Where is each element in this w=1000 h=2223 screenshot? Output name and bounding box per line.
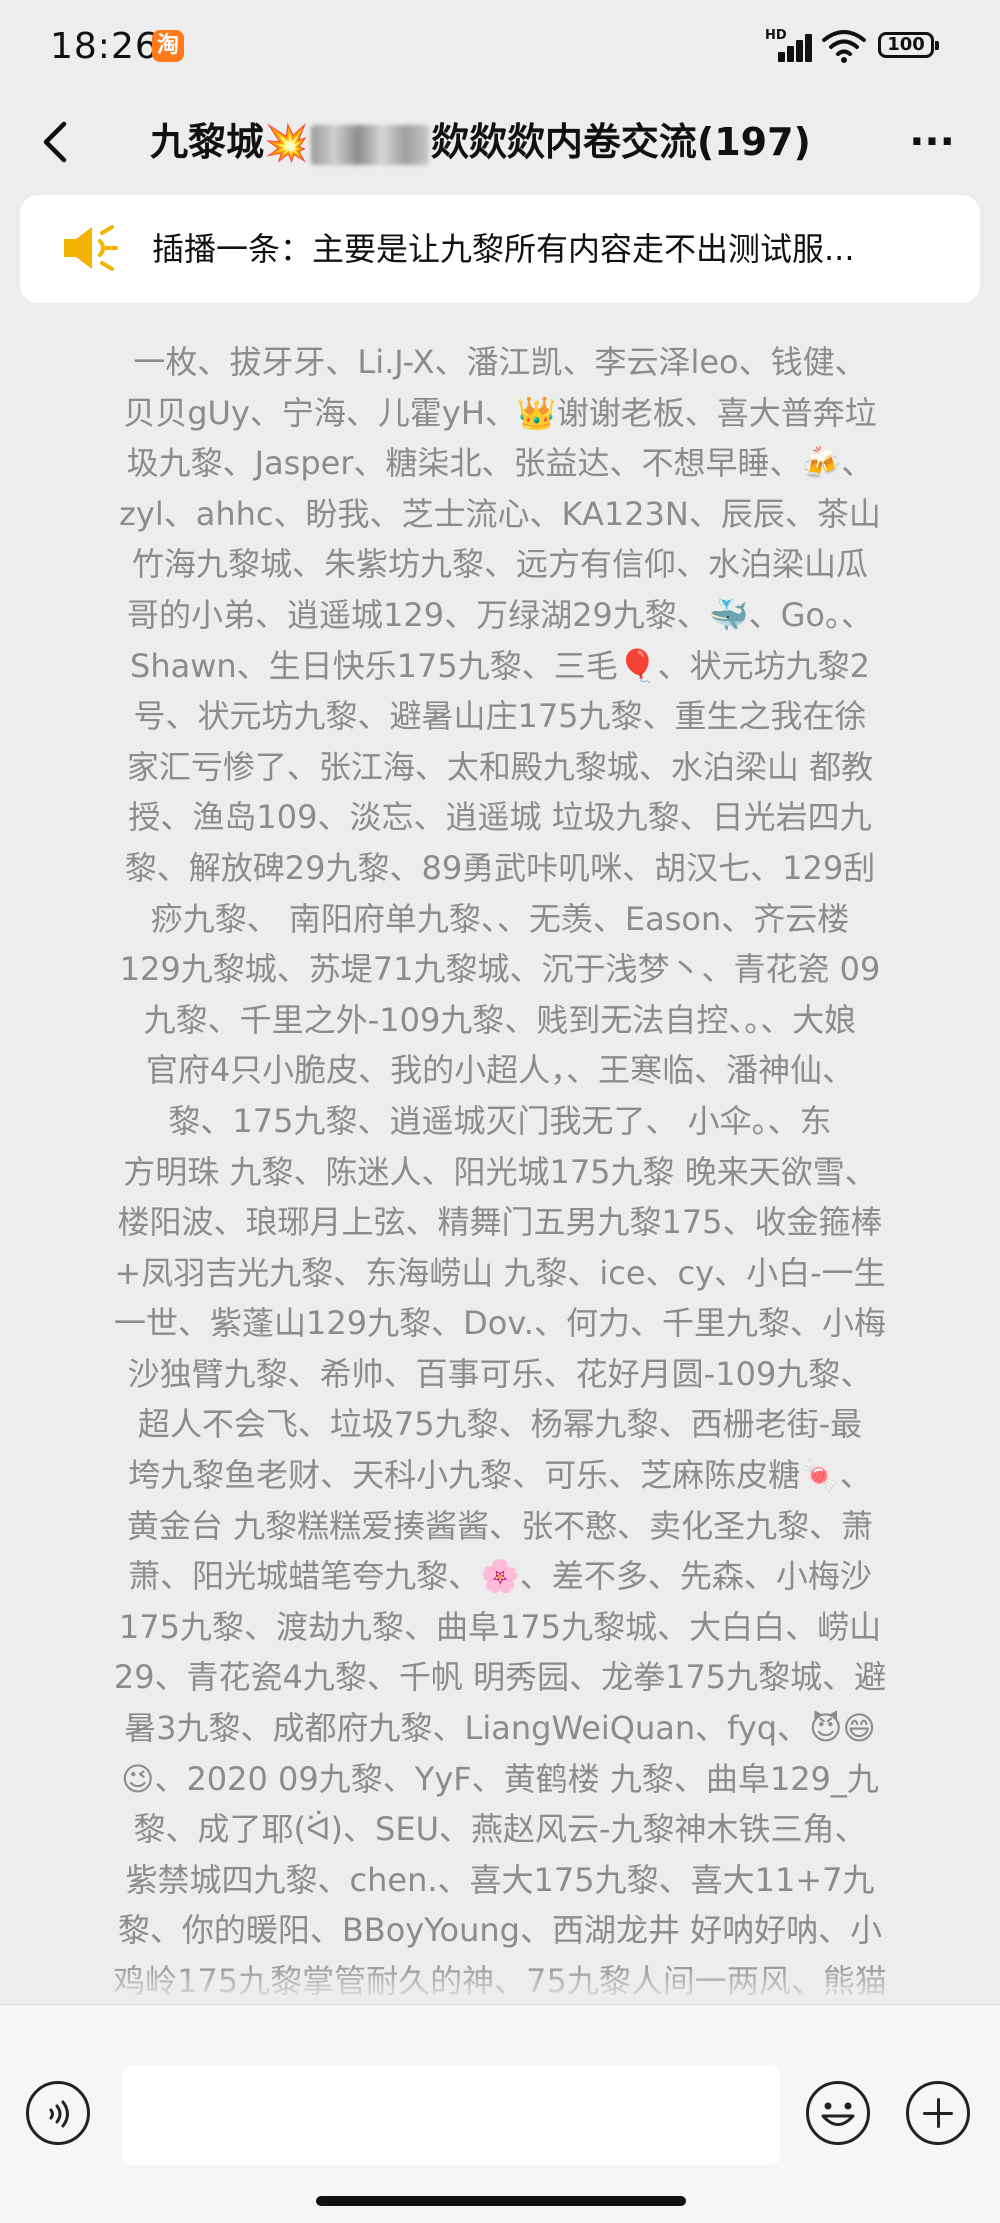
message-line: 黎、175九黎、逍遥城灭门我无了、 小伞。、东 [168,1101,832,1140]
chat-title-suffix: 欻欻欻内卷交流(197) [430,120,811,164]
message-line: 一世、紫蓬山129九黎、Dov.、何力、千里九黎、小梅 [114,1304,886,1343]
message-text: 一枚、拔牙牙、Li.J-X、潘江凯、李云泽leo、钱健、 贝贝gUy、宁海、儿霍y… [85,337,915,2057]
announcement-banner[interactable]: 插播一条：主要是让九黎所有内容走不出测试服... [20,195,980,303]
chevron-left-icon [43,121,67,163]
message-line: zyl、ahhc、盼我、芝士流心、KA123N、辰辰、茶山 [119,494,881,533]
message-line: 贝贝gUy、宁海、儿霍yH、👑谢谢老板、喜大普奔垃 [123,393,877,432]
clock: 18:26 [50,26,159,67]
message-line: 暑3九黎、成都府九黎、LiangWeiQuan、fyq、😈😄 [124,1709,876,1748]
signal-icon [770,30,812,62]
collision-emoji-icon: 💥 [264,123,309,164]
home-indicator [316,2196,686,2206]
message-line: 175九黎、渡劫九黎、曲阜175九黎城、大白白、崂山 [118,1607,882,1646]
chat-title-prefix: 九黎城 [150,120,265,164]
taobao-notification-icon: 淘 [152,30,184,62]
message-line: 萧、阳光城蜡笔夸九黎、🌸、差不多、先森、小梅沙 [128,1557,872,1596]
emoji-button[interactable] [806,2081,870,2145]
speaker-icon [64,225,118,271]
wifi-icon [822,30,866,63]
message-line: 黄金台 九黎糕糕爱揍酱酱、张不憨、卖化圣九黎、萧 [126,1506,874,1545]
smiley-icon [821,2102,855,2126]
message-line: 九黎、千里之外-109九黎、贱到无法自控、。、大娘 [143,1000,857,1039]
message-line: 垮九黎鱼老财、天科小九黎、可乐、芝麻陈皮糖🍬、 [128,1456,872,1495]
message-line: 😉、2020 09九黎、YyF、黄鹤楼 九黎、曲阜129_九 [121,1759,879,1798]
message-line: 楼阳波、琅琊月上弦、精舞门五男九黎175、收金箍棒 [117,1203,883,1242]
more-options-button[interactable]: ··· [905,122,959,162]
message-line: Shawn、生日快乐175九黎、三毛🎈、状元坊九黎2 [130,646,870,685]
voice-icon [49,2100,69,2128]
message-line: 号、状元坊九黎、避暑山庄175九黎、重生之我在徐 [133,697,867,736]
announcement-text: 插播一条：主要是让九黎所有内容走不出测试服... [152,230,855,268]
message-line: 29、青花瓷4九黎、千帆 明秀园、龙拳175九黎城、避 [113,1658,887,1697]
message-line: 一枚、拔牙牙、Li.J-X、潘江凯、李云泽leo、钱健、 [133,343,867,381]
message-line: 129九黎城、苏堤71九黎城、沉于浅梦丶、青花瓷 09 [119,950,881,989]
message-line: 圾九黎、Jasper、糖柒北、张益达、不想早睡、🍻、 [126,444,874,483]
message-line: 家汇亏惨了、张江海、太和殿九黎城、水泊梁山 都教 [126,747,874,786]
message-line: 方明珠 九黎、陈迷人、阳光城175九黎 晚来天欲雪、 [123,1152,877,1191]
message-line: +凤羽吉光九黎、东海崂山 九黎、ice、cy、小白-一生 [114,1253,886,1292]
message-line: 超人不会飞、垃圾75九黎、杨幂九黎、西栅老街-最 [137,1405,863,1444]
message-line: 沙独臂九黎、希帅、百事可乐、花好月圆-109九黎、 [127,1354,873,1393]
message-input[interactable] [122,2065,780,2165]
message-line: 黎、你的暖阳、BBoyYoung、西湖龙井 好呐好呐、小 [117,1911,883,1950]
chat-title: 九黎城💥 欻欻欻内卷交流(197) [150,114,840,170]
input-bar [0,2004,1000,2223]
add-button[interactable] [906,2081,970,2145]
voice-input-button[interactable] [26,2081,90,2145]
redacted-text [310,124,429,165]
message-line: 黎、成了耶(ᐛ)、SEU、燕赵风云-九黎神木铁三角、 [133,1810,867,1849]
message-line: 痧九黎、 南阳府单九黎、、无羡、Eason、齐云楼 [150,899,850,938]
chat-header: 九黎城💥 欻欻欻内卷交流(197) ··· [0,92,1000,192]
status-bar: 18:26 淘 HD 100 [0,0,1000,92]
message-line: 紫禁城四九黎、chen.、喜大175九黎、喜大11+7九 [125,1860,875,1899]
message-line: 黎、解放碑29九黎、89勇武咔叽咪、胡汉七、129刮 [124,848,876,887]
message-line: 官府4只小脆皮、我的小超人，、王寒临、潘神仙、 [145,1051,855,1090]
message-line: 授、渔岛109、淡忘、逍遥城 垃圾九黎、日光岩四九 [128,798,872,837]
scroll-fade [0,1960,1000,2005]
back-button[interactable] [38,120,76,164]
message-line: 竹海九黎城、朱紫坊九黎、远方有信仰、水泊梁山瓜 [131,545,868,584]
battery-icon: 100 [878,32,939,58]
message-line: 哥的小弟、逍遥城129、万绿湖29九黎、🐳、Go。、 [126,595,874,634]
